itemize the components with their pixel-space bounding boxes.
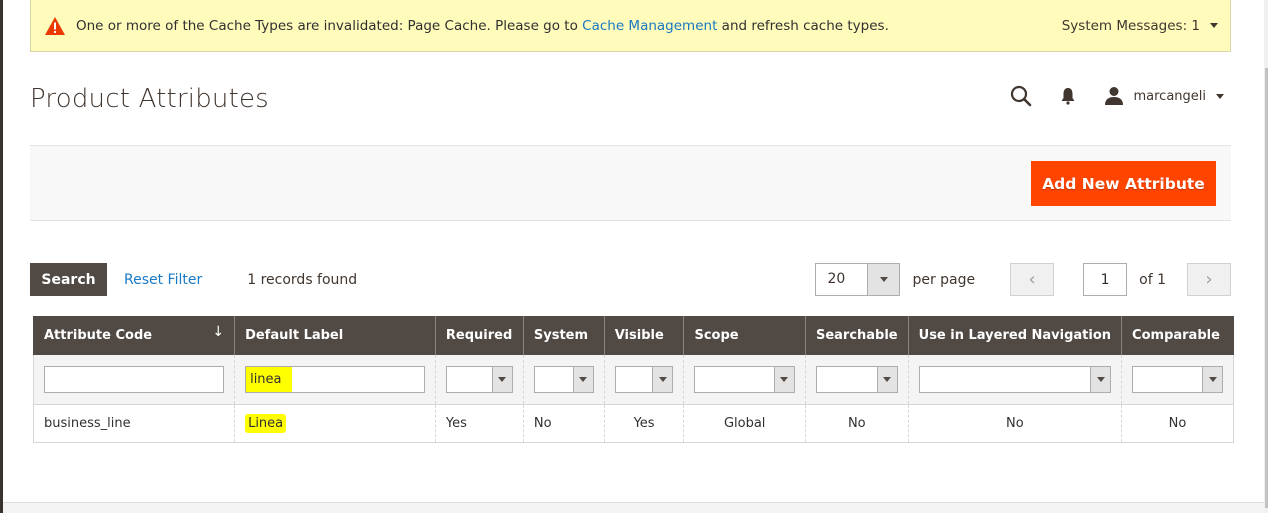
page-title: Product Attributes [30, 84, 269, 114]
user-icon [1105, 87, 1124, 105]
warning-icon [44, 16, 66, 36]
column-header-attribute-code[interactable]: Attribute Code ↓ [32, 316, 235, 355]
chevron-down-icon [1210, 23, 1218, 28]
column-header-system[interactable]: System [522, 316, 605, 355]
chevron-down-icon [1208, 376, 1217, 382]
comparable-filter-select[interactable] [1132, 365, 1223, 393]
column-header-comparable[interactable]: Comparable [1121, 316, 1234, 355]
search-button[interactable]: Search [30, 263, 107, 296]
cell-comparable: No [1121, 404, 1234, 443]
cell-default-label: Linea [234, 404, 436, 443]
cell-required: Yes [434, 404, 524, 443]
reset-filter-link[interactable]: Reset Filter [124, 272, 202, 288]
grid-header-row: Attribute Code ↓ Default Label Required S… [32, 316, 1234, 355]
cell-visible: Yes [603, 404, 684, 443]
cell-scope: Global [683, 404, 806, 443]
chevron-down-icon [498, 376, 507, 382]
required-filter-select[interactable] [445, 365, 513, 393]
column-header-layered-navigation[interactable]: Use in Layered Navigation [907, 316, 1122, 355]
message-text-part: and refresh cache types. [717, 17, 889, 34]
chevron-down-icon [1216, 93, 1224, 99]
header-actions: marcangeli [1010, 85, 1224, 107]
attribute-code-filter[interactable] [44, 365, 225, 393]
total-pages-label: of 1 [1139, 271, 1166, 288]
per-page-value: 20 [816, 264, 868, 295]
grid-actions: Search Reset Filter 1 records found 20 p… [30, 263, 1231, 296]
cell-layered-navigation: No [907, 404, 1122, 443]
attributes-grid: Attribute Code ↓ Default Label Required S… [32, 316, 1234, 443]
column-header-required[interactable]: Required [434, 316, 524, 355]
search-icon[interactable] [1010, 85, 1032, 107]
cell-system: No [522, 404, 605, 443]
records-found: 1 records found [247, 271, 358, 288]
vertical-scrollbar[interactable] [1264, 0, 1268, 513]
current-page-input[interactable] [1083, 263, 1128, 296]
system-messages-count: System Messages: 1 [1061, 17, 1200, 34]
table-row[interactable]: business_line Linea Yes No Yes Global No… [32, 404, 1234, 443]
per-page-select[interactable]: 20 [815, 263, 901, 296]
filter-row [32, 355, 1234, 405]
layered-navigation-filter-select[interactable] [918, 365, 1112, 393]
scope-filter-select[interactable] [694, 365, 795, 393]
user-account-menu[interactable]: marcangeli [1104, 86, 1224, 106]
cell-attribute-code: business_line [32, 404, 235, 443]
default-label-filter[interactable] [245, 365, 425, 393]
sort-arrow-icon: ↓ [212, 324, 225, 340]
system-filter-select[interactable] [533, 365, 594, 393]
column-header-scope[interactable]: Scope [683, 316, 806, 355]
cache-management-link[interactable]: Cache Management [582, 18, 717, 34]
chevron-down-icon [579, 376, 588, 382]
message-text-part: One or more of the Cache Types are inval… [76, 17, 583, 34]
column-header-default-label[interactable]: Default Label [234, 316, 436, 355]
system-messages-toggle[interactable]: System Messages: 1 [1062, 18, 1218, 34]
next-page-button[interactable]: › [1187, 263, 1231, 296]
chevron-down-icon [883, 376, 892, 382]
chevron-down-icon [879, 277, 888, 282]
bell-icon[interactable] [1060, 87, 1076, 105]
chevron-down-icon [1096, 376, 1105, 382]
searchable-filter-select[interactable] [815, 365, 898, 393]
system-message-text: One or more of the Cache Types are inval… [76, 18, 1062, 34]
page-actions-toolbar: Add New Attribute [30, 145, 1231, 221]
column-header-searchable[interactable]: Searchable [804, 316, 909, 355]
cell-searchable: No [804, 404, 909, 443]
highlighted-label: Linea [245, 413, 287, 433]
system-message-bar: One or more of the Cache Types are inval… [30, 0, 1231, 52]
username: marcangeli [1133, 88, 1206, 104]
visible-filter-select[interactable] [614, 365, 674, 393]
per-page-dropdown-button[interactable] [867, 264, 900, 295]
add-new-attribute-button[interactable]: Add New Attribute [1031, 161, 1216, 206]
column-header-visible[interactable]: Visible [603, 316, 684, 355]
chevron-down-icon [780, 376, 789, 382]
column-label: Attribute Code [44, 328, 153, 343]
pager: 20 per page ‹ of 1 › [815, 263, 1231, 296]
previous-page-button[interactable]: ‹ [1010, 263, 1055, 296]
per-page-label: per page [912, 271, 976, 288]
chevron-down-icon [658, 376, 667, 382]
